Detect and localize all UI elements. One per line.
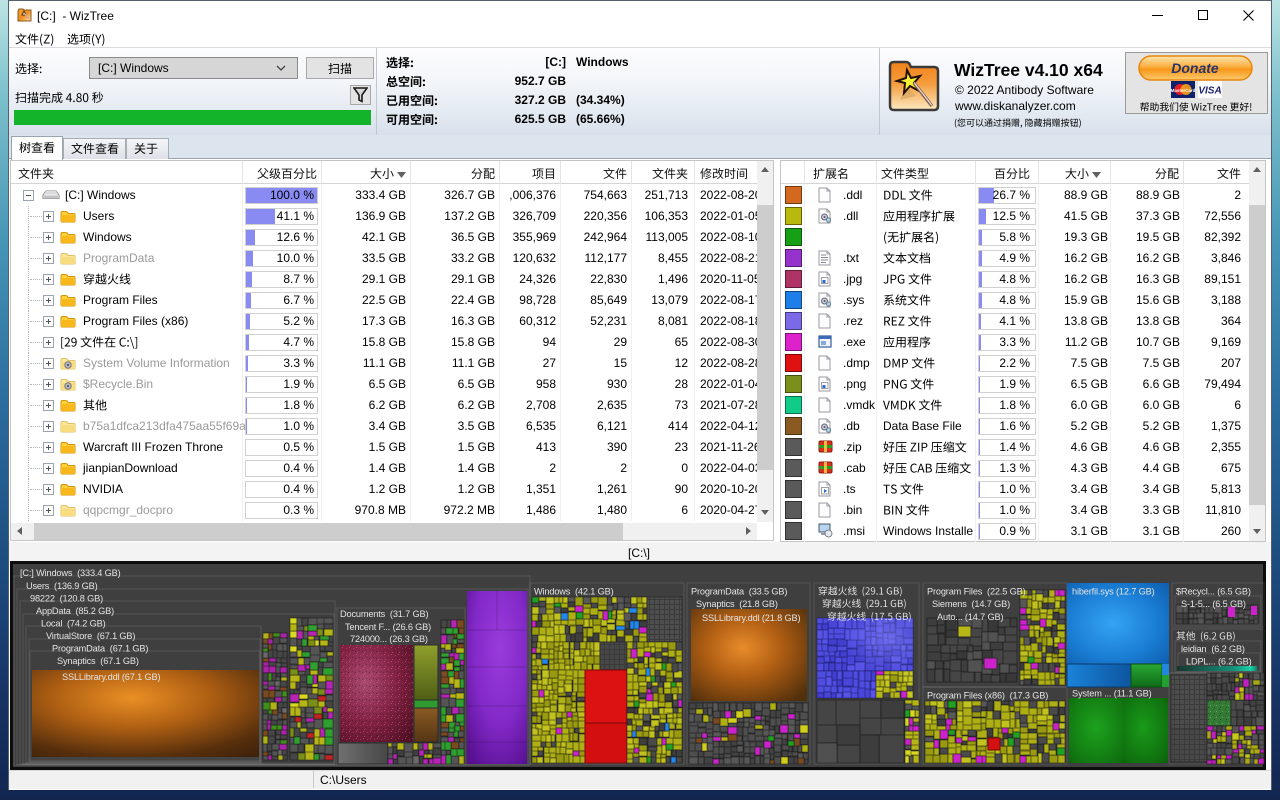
svg-text:Windows (42.1 GB): Windows (42.1 GB)	[534, 587, 614, 597]
svg-text:SSLLibrary.ddl (21.8 GB): SSLLibrary.ddl (21.8 GB)	[702, 613, 800, 623]
svg-text:$Recycl... (6.5 GB): $Recycl... (6.5 GB)	[1176, 587, 1251, 597]
svg-text:Program Files (22.5 GB): Program Files (22.5 GB)	[927, 587, 1026, 597]
svg-text:[C:] Windows (333.4 GB): [C:] Windows (333.4 GB)	[20, 568, 121, 578]
svg-text:System ... (11.1 GB): System ... (11.1 GB)	[1072, 689, 1152, 699]
svg-text:724000... (26.3 GB): 724000... (26.3 GB)	[350, 634, 428, 644]
svg-text:Synaptics (21.8 GB): Synaptics (21.8 GB)	[696, 599, 778, 609]
svg-text:LDPL... (6.2 GB): LDPL... (6.2 GB)	[1186, 657, 1252, 667]
svg-text:leidian (6.2 GB): leidian (6.2 GB)	[1181, 644, 1245, 654]
svg-text:ProgramData (67.1 GB): ProgramData (67.1 GB)	[52, 644, 148, 654]
svg-text:Program Files (x86) (17.3 GB): Program Files (x86) (17.3 GB)	[927, 691, 1048, 701]
svg-text:Users (136.9 GB): Users (136.9 GB)	[26, 581, 98, 591]
svg-text:SSLLibrary.ddl (67.1 GB): SSLLibrary.ddl (67.1 GB)	[62, 672, 160, 682]
svg-text:Synaptics (67.1 GB): Synaptics (67.1 GB)	[57, 656, 139, 666]
svg-text:hiberfil.sys (12.7 GB): hiberfil.sys (12.7 GB)	[1072, 587, 1155, 597]
svg-text:Siemens (14.7 GB): Siemens (14.7 GB)	[932, 599, 1010, 609]
svg-text:ProgramData (33.5 GB): ProgramData (33.5 GB)	[691, 587, 787, 597]
svg-text:Tencent F... (26.6 GB): Tencent F... (26.6 GB)	[345, 622, 431, 632]
svg-text:AppData (85.2 GB): AppData (85.2 GB)	[36, 606, 114, 616]
svg-text:Auto... (14.7 GB): Auto... (14.7 GB)	[937, 612, 1003, 622]
svg-text:Local (74.2 GB): Local (74.2 GB)	[41, 619, 106, 629]
svg-text:Documents (31.7 GB): Documents (31.7 GB)	[340, 609, 428, 619]
svg-text:98222 (120.8 GB): 98222 (120.8 GB)	[30, 594, 103, 604]
svg-text:S-1-5... (6.5 GB): S-1-5... (6.5 GB)	[1181, 599, 1246, 609]
svg-text:VirtualStore (67.1 GB): VirtualStore (67.1 GB)	[46, 631, 135, 641]
